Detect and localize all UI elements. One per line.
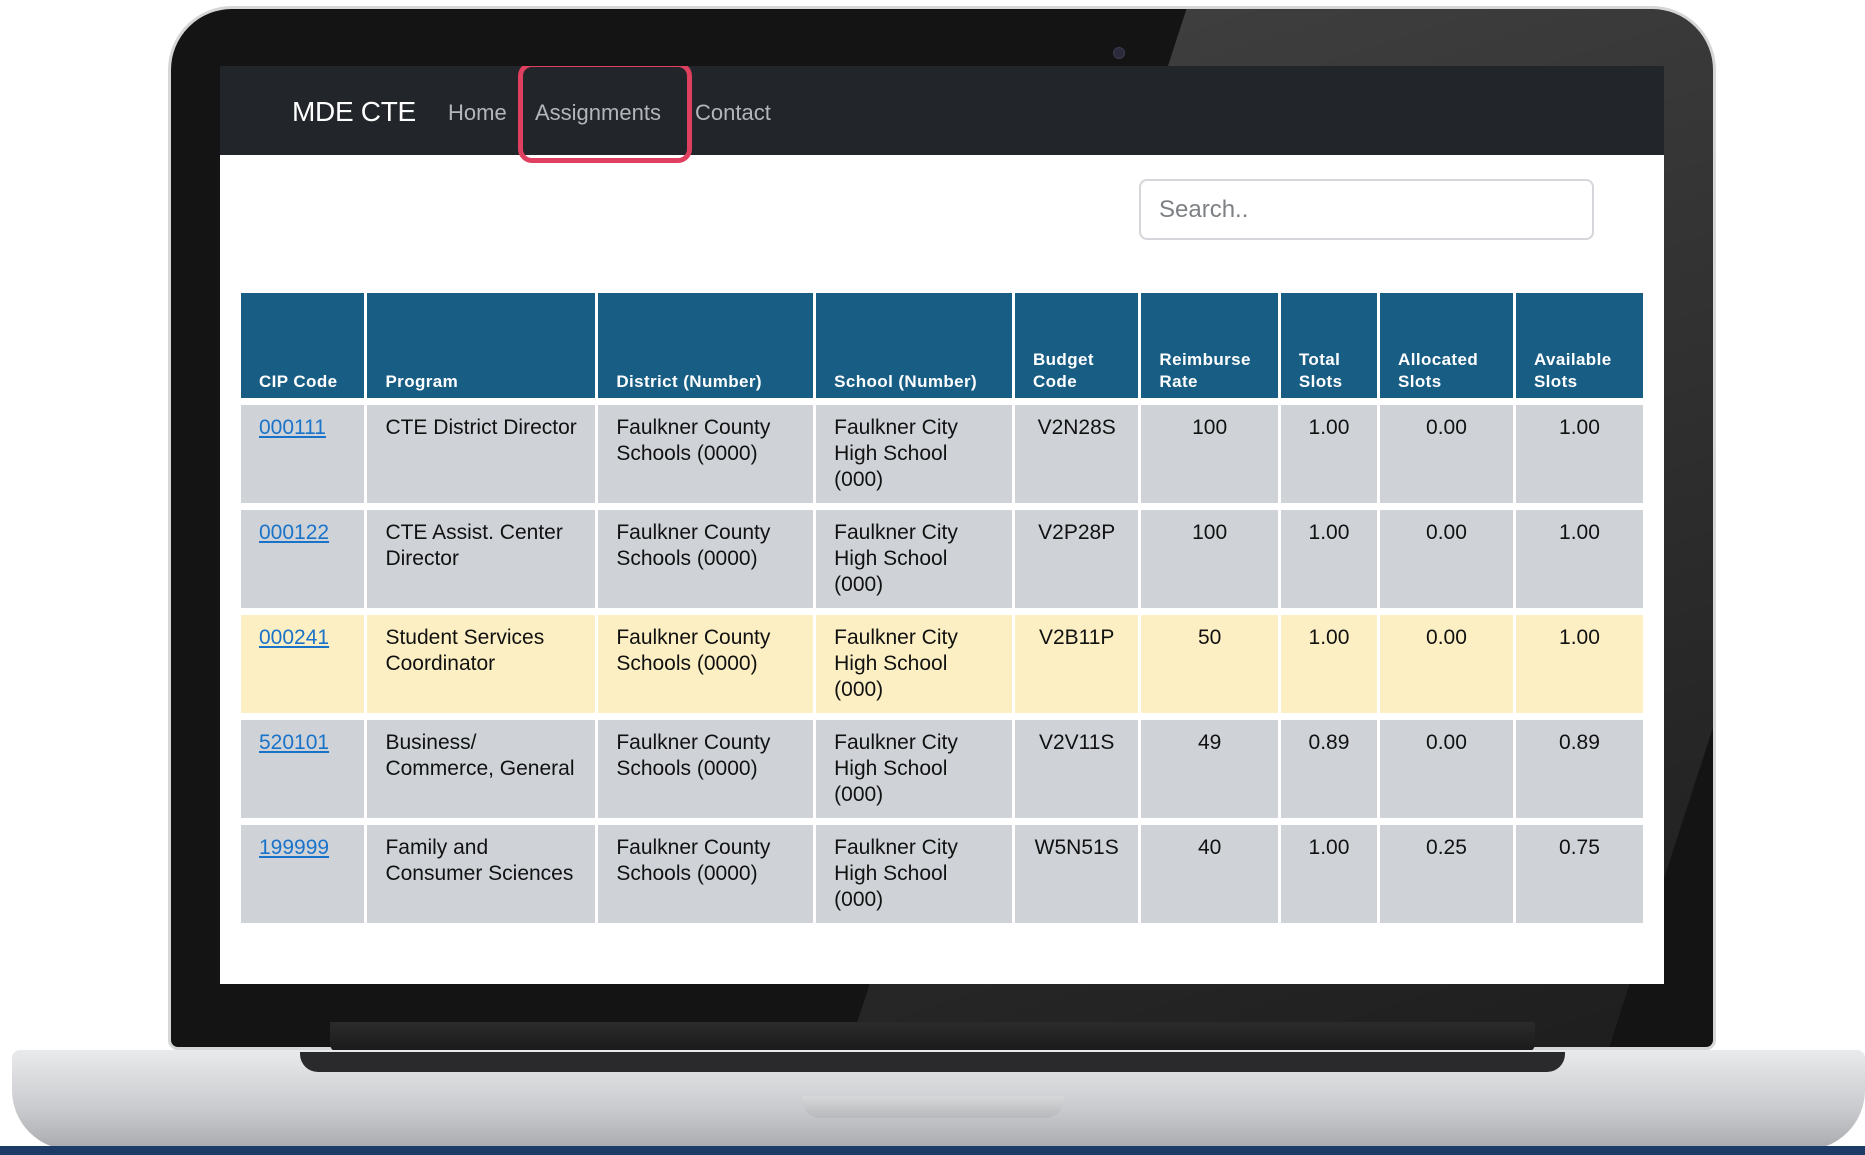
cell-available: 0.75 bbox=[1515, 818, 1643, 923]
bottom-bar bbox=[0, 1146, 1865, 1155]
brand-logo[interactable]: MDE CTE bbox=[292, 96, 416, 128]
cell-available: 1.00 bbox=[1515, 398, 1643, 503]
header-cip-code[interactable]: CIP Code bbox=[241, 293, 365, 398]
cell-program: Family and Consumer Sciences bbox=[367, 818, 596, 923]
cip-link[interactable]: 199999 bbox=[259, 836, 329, 859]
cell-district: Faulkner County Schools (0000) bbox=[598, 503, 814, 608]
cell-budget: W5N51S bbox=[1014, 818, 1139, 923]
cell-budget: V2N28S bbox=[1014, 398, 1139, 503]
laptop-hinge bbox=[330, 1022, 1535, 1052]
table-row[interactable]: 199999 Family and Consumer Sciences Faul… bbox=[241, 818, 1643, 923]
cell-program: Business/ Commerce, General bbox=[367, 713, 596, 818]
cell-available: 0.89 bbox=[1515, 713, 1643, 818]
table-row[interactable]: 000122 CTE Assist. Center Director Faulk… bbox=[241, 503, 1643, 608]
cell-cip: 199999 bbox=[241, 818, 365, 923]
header-available-slots[interactable]: Available Slots bbox=[1515, 293, 1643, 398]
table-row[interactable]: 000111 CTE District Director Faulkner Co… bbox=[241, 398, 1643, 503]
cell-rate: 50 bbox=[1141, 608, 1278, 713]
cip-link[interactable]: 000122 bbox=[259, 521, 329, 544]
cell-allocated: 0.00 bbox=[1380, 713, 1513, 818]
app-screen: MDE CTE Home Assignments Contact CIP Cod… bbox=[220, 66, 1664, 984]
cell-school: Faulkner City High School (000) bbox=[816, 608, 1012, 713]
header-program[interactable]: Program bbox=[367, 293, 596, 398]
cell-school: Faulkner City High School (000) bbox=[816, 503, 1012, 608]
header-budget-code[interactable]: Budget Code bbox=[1014, 293, 1139, 398]
cell-budget: V2B11P bbox=[1014, 608, 1139, 713]
cell-rate: 49 bbox=[1141, 713, 1278, 818]
cell-allocated: 0.25 bbox=[1380, 818, 1513, 923]
header-school[interactable]: School (Number) bbox=[816, 293, 1012, 398]
table-row[interactable]: 520101 Business/ Commerce, General Faulk… bbox=[241, 713, 1643, 818]
cell-cip: 000111 bbox=[241, 398, 365, 503]
cell-rate: 100 bbox=[1141, 398, 1278, 503]
cell-district: Faulkner County Schools (0000) bbox=[598, 398, 814, 503]
cell-available: 1.00 bbox=[1515, 503, 1643, 608]
cell-school: Faulkner City High School (000) bbox=[816, 818, 1012, 923]
search-input[interactable] bbox=[1139, 179, 1594, 240]
cell-program: CTE Assist. Center Director bbox=[367, 503, 596, 608]
camera-icon bbox=[1113, 47, 1125, 59]
header-reimburse-rate[interactable]: Reimburse Rate bbox=[1141, 293, 1278, 398]
cell-district: Faulkner County Schools (0000) bbox=[598, 608, 814, 713]
header-allocated-slots[interactable]: Allocated Slots bbox=[1380, 293, 1513, 398]
cell-total: 1.00 bbox=[1280, 608, 1378, 713]
header-total-slots[interactable]: Total Slots bbox=[1280, 293, 1378, 398]
cell-rate: 40 bbox=[1141, 818, 1278, 923]
cell-budget: V2V11S bbox=[1014, 713, 1139, 818]
cip-link[interactable]: 000241 bbox=[259, 626, 329, 649]
cell-cip: 000241 bbox=[241, 608, 365, 713]
cell-district: Faulkner County Schools (0000) bbox=[598, 713, 814, 818]
cell-rate: 100 bbox=[1141, 503, 1278, 608]
cell-total: 0.89 bbox=[1280, 713, 1378, 818]
cell-program: Student Services Coordinator bbox=[367, 608, 596, 713]
cell-cip: 520101 bbox=[241, 713, 365, 818]
nav-home[interactable]: Home bbox=[448, 100, 507, 126]
header-district[interactable]: District (Number) bbox=[598, 293, 814, 398]
cell-school: Faulkner City High School (000) bbox=[816, 398, 1012, 503]
cell-program: CTE District Director bbox=[367, 398, 596, 503]
nav-contact[interactable]: Contact bbox=[695, 100, 771, 126]
cell-district: Faulkner County Schools (0000) bbox=[598, 818, 814, 923]
cell-allocated: 0.00 bbox=[1380, 398, 1513, 503]
laptop-keyboard-edge bbox=[300, 1052, 1565, 1072]
cell-cip: 000122 bbox=[241, 503, 365, 608]
assignments-table: CIP Code Program District (Number) Schoo… bbox=[238, 293, 1646, 923]
table-header-row: CIP Code Program District (Number) Schoo… bbox=[241, 293, 1643, 398]
cip-link[interactable]: 520101 bbox=[259, 731, 329, 754]
cip-link[interactable]: 000111 bbox=[259, 416, 326, 439]
cell-total: 1.00 bbox=[1280, 818, 1378, 923]
laptop-thumb-notch bbox=[802, 1096, 1064, 1118]
table-row-selected[interactable]: 000241 Student Services Coordinator Faul… bbox=[241, 608, 1643, 713]
cell-allocated: 0.00 bbox=[1380, 608, 1513, 713]
navbar: MDE CTE Home Assignments Contact bbox=[220, 66, 1664, 163]
cell-allocated: 0.00 bbox=[1380, 503, 1513, 608]
cell-school: Faulkner City High School (000) bbox=[816, 713, 1012, 818]
cell-budget: V2P28P bbox=[1014, 503, 1139, 608]
assignments-highlight bbox=[518, 66, 692, 163]
cell-total: 1.00 bbox=[1280, 503, 1378, 608]
cell-available: 1.00 bbox=[1515, 608, 1643, 713]
cell-total: 1.00 bbox=[1280, 398, 1378, 503]
